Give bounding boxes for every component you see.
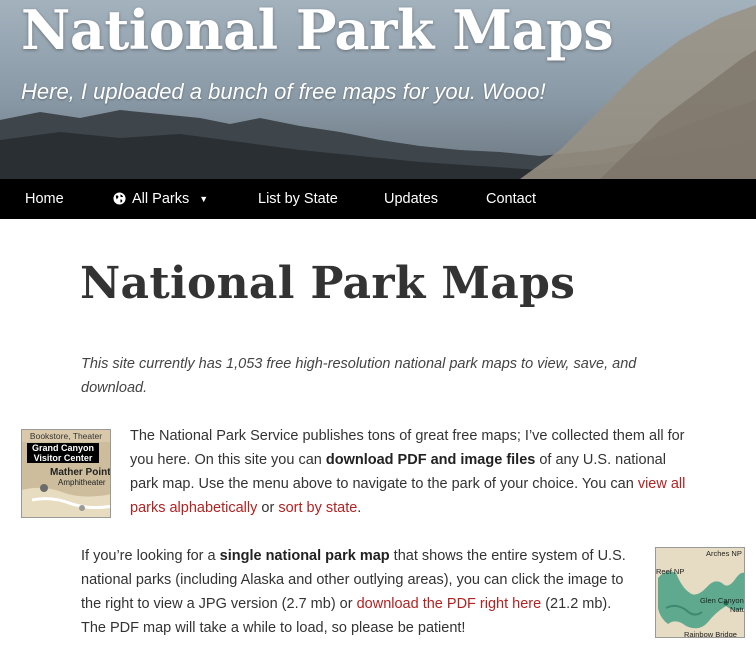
page-title: National Park Maps: [80, 258, 576, 309]
nav-list-by-state[interactable]: List by State: [258, 179, 338, 219]
header-banner: National Park Maps Here, I uploaded a bu…: [0, 0, 756, 179]
site-tagline: Here, I uploaded a bunch of free maps fo…: [21, 79, 546, 104]
site-title[interactable]: National Park Maps: [21, 0, 614, 62]
national-park-system-map-thumbnail[interactable]: Arches NP Reef NP Glen Canyon Natu Rainb…: [655, 547, 745, 638]
nav-all-parks[interactable]: All Parks ▼: [113, 179, 208, 219]
thumb-label-natu: Natu: [730, 605, 745, 614]
thumb-label-arches: Arches NP: [706, 549, 742, 558]
thumb-label-glen-canyon: Glen Canyon: [700, 596, 744, 605]
main-nav: Home All Parks ▼ List by State Updates Co…: [0, 179, 756, 219]
nav-contact[interactable]: Contact: [486, 179, 536, 219]
caret-down-icon: ▼: [199, 194, 209, 204]
thumb-label-reef: Reef NP: [656, 567, 685, 576]
globe-icon: [113, 192, 126, 205]
nav-home[interactable]: Home: [25, 179, 64, 219]
thumb-label-mather-point: Mather Point: [50, 467, 111, 478]
intro-text: This site currently has 1,053 free high-…: [81, 356, 637, 396]
grand-canyon-map-thumbnail[interactable]: Bookstore, Theater Grand Canyon Visitor …: [21, 429, 111, 518]
intro-paragraph: The National Park Service publishes tons…: [130, 428, 686, 516]
thumb-label-rainbow-bridge: Rainbow Bridge: [684, 630, 737, 638]
thumb-label-visitor-center: Grand Canyon Visitor Center: [27, 443, 99, 463]
nav-all-parks-label: All Parks: [132, 191, 190, 207]
map-graphic: [656, 548, 744, 637]
bold-single-map-text: single national park map: [219, 548, 390, 564]
download-pdf-link[interactable]: download the PDF right here: [357, 596, 542, 612]
sort-by-state-link[interactable]: sort by state: [278, 500, 357, 516]
nav-updates[interactable]: Updates: [384, 179, 438, 219]
single-map-paragraph: If you’re looking for a single national …: [81, 548, 626, 636]
bold-download-text: download PDF and image files: [325, 452, 536, 468]
thumb-label-bookstore: Bookstore, Theater: [22, 430, 110, 442]
thumb-label-amphitheater: Amphitheater: [58, 478, 106, 487]
